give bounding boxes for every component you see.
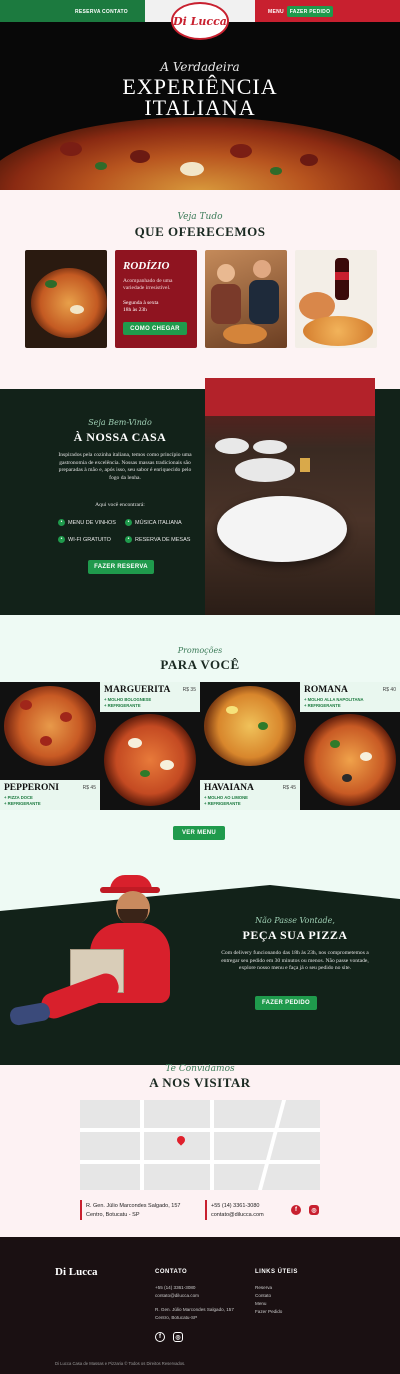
hero-title-line1: EXPERIÊNCIA xyxy=(122,74,278,99)
footer-links: Reserva Contato Menu Fazer Pedido xyxy=(255,1284,282,1316)
restaurant-photo xyxy=(205,378,375,615)
footer-phone[interactable]: +55 (14) 3361-3080 xyxy=(155,1284,234,1292)
feature-music: • MÚSICA ITALIANA xyxy=(125,519,182,526)
logo-text: Di Lucca xyxy=(173,14,227,28)
contact-block: +55 (14) 3361-3080 contato@dilucca.com xyxy=(211,1202,264,1220)
location-map[interactable] xyxy=(80,1100,320,1190)
welcome-title: À NOSSA CASA xyxy=(73,430,167,444)
promo-label-havaiana[interactable]: HAVAIANA R$ 45 + MOLHO AO LIMONE + REFRIG… xyxy=(200,780,300,810)
hero-title-line2: ITALIANA xyxy=(144,95,256,120)
promo-extras: + MOLHO AO LIMONE + REFRIGERANTE xyxy=(204,795,248,806)
nav-reserva-link[interactable]: RESERVA xyxy=(75,9,101,15)
promo-extras: + PIZZA DOCE + REFRIGERANTE xyxy=(4,795,41,806)
footer-link-reserva[interactable]: Reserva xyxy=(255,1284,282,1292)
view-menu-button[interactable]: VER MENU xyxy=(173,826,225,840)
map-pin-icon xyxy=(175,1134,187,1146)
rodizio-hours-time: 18h às 23h xyxy=(123,307,147,313)
footer-link-contato[interactable]: Contato xyxy=(255,1292,282,1300)
promo-label-pepperoni[interactable]: PEPPERONI R$ 45 + PIZZA DOCE + REFRIGERAN… xyxy=(0,780,100,810)
delivery-title: PEÇA SUA PIZZA xyxy=(242,928,348,942)
promo-name: ROMANA xyxy=(304,685,348,695)
rodizio-hours: Segunda à sexta 18h às 23h xyxy=(123,300,158,314)
hero-title: EXPERIÊNCIA ITALIANA xyxy=(0,74,400,120)
hero-script: A Verdadeira xyxy=(160,60,240,74)
address-block: R. Gen. Júlio Marcondes Salgado, 157 Cen… xyxy=(86,1202,180,1220)
promo-extras: + MOLHO ALLA NAPOLITANA + REFRIGERANTE xyxy=(304,697,364,708)
rodizio-title: RODÍZIO xyxy=(123,260,170,272)
address-line1: R. Gen. Júlio Marcondes Salgado, 157 xyxy=(86,1203,181,1209)
feature-tables: • RESERVA DE MESAS xyxy=(125,536,190,543)
table-icon: • xyxy=(125,536,132,543)
promo-name: MARGUERITA xyxy=(104,685,171,695)
footer-facebook-icon[interactable]: f xyxy=(155,1332,165,1342)
features-intro: Aqui você encontrará: xyxy=(95,502,145,508)
wifi-icon: • xyxy=(58,536,65,543)
contact-bar xyxy=(205,1200,207,1220)
footer-link-pedido[interactable]: Fazer Pedido xyxy=(255,1308,282,1316)
promo-price: R$ 35 xyxy=(182,687,196,693)
reserve-button[interactable]: FAZER RESERVA xyxy=(88,560,154,574)
nav-contato-link[interactable]: CONTATO xyxy=(102,9,128,15)
offer-card-rodizio: RODÍZIO Acompanhado de uma variedade irr… xyxy=(115,250,197,348)
pizza-image-margherita xyxy=(104,714,196,806)
instagram-icon[interactable]: ◎ xyxy=(309,1205,319,1215)
footer-link-menu[interactable]: Menu xyxy=(255,1300,282,1308)
footer-contact: +55 (14) 3361-3080 contato@dilucca.com R… xyxy=(155,1284,234,1322)
promo-name: PEPPERONI xyxy=(4,783,59,793)
offer-card-people xyxy=(205,250,287,348)
welcome-text: Inspirados pela cozinha italiana, temos … xyxy=(58,452,192,481)
footer-address-line1: R. Gen. Júlio Marcondes Salgado, 157 xyxy=(155,1307,234,1312)
contact-phone[interactable]: +55 (14) 3361-3080 xyxy=(211,1202,264,1211)
promo-title: PARA VOCÊ xyxy=(160,657,240,672)
pizza-image-pepperoni xyxy=(4,686,96,766)
offer-card-soda xyxy=(295,250,377,348)
delivery-script: Não Passe Vontade, xyxy=(255,916,335,925)
music-icon: • xyxy=(125,519,132,526)
footer-contact-heading: CONTATO xyxy=(155,1269,188,1275)
rodizio-hours-days: Segunda à sexta xyxy=(123,300,159,306)
footer-instagram-icon[interactable]: ◎ xyxy=(173,1332,183,1342)
footer-copyright: Di Lucca Casa de Massas e Pizzaria © Tod… xyxy=(55,1361,186,1366)
promo-script: Promoções xyxy=(177,646,223,655)
delivery-text: Com delivery funcionando das 18h às 23h,… xyxy=(221,950,369,972)
promo-name: HAVAIANA xyxy=(204,783,254,793)
address-bar xyxy=(80,1200,82,1220)
facebook-icon[interactable]: f xyxy=(291,1205,301,1215)
brand-logo[interactable]: Di Lucca xyxy=(171,2,229,40)
nav-menu-link[interactable]: MENU xyxy=(268,9,284,15)
offer-script: Veja Tudo xyxy=(177,212,223,222)
offer-title: QUE OFERECEMOS xyxy=(134,224,266,239)
promo-price: R$ 45 xyxy=(82,785,96,791)
offer-card-pizza xyxy=(25,250,107,348)
rodizio-desc: Acompanhado de uma variedade irresistíve… xyxy=(123,278,173,291)
footer-brand: Di Lucca xyxy=(55,1266,98,1278)
promo-label-margherita[interactable]: MARGUERITA R$ 35 + MOLHO BOLOGNESE + REFR… xyxy=(100,682,200,712)
feature-wine: • MENU DE VINHOS xyxy=(58,519,116,526)
footer-email[interactable]: contato@dilucca.com xyxy=(155,1292,234,1300)
feature-wifi: • WI-FI GRATUITO xyxy=(58,536,111,543)
pizza-image-romana xyxy=(304,714,396,806)
address-line2: Centro, Botucatu - SP xyxy=(86,1212,140,1218)
como-chegar-button[interactable]: COMO CHEGAR xyxy=(123,322,187,335)
footer-address-line2: Centro, Botucatu-SP xyxy=(155,1315,198,1320)
welcome-script: Seja Bem-Vindo xyxy=(88,418,152,427)
visit-script: Te Convidamos xyxy=(165,1064,235,1074)
promo-label-romana[interactable]: ROMANA R$ 40 + MOLHO ALLA NAPOLITANA + RE… xyxy=(300,682,400,712)
footer-links-heading: LINKS ÚTEIS xyxy=(255,1269,298,1275)
promo-price: R$ 45 xyxy=(282,785,296,791)
visit-title: A NOS VISITAR xyxy=(149,1075,251,1090)
contact-email[interactable]: contato@dilucca.com xyxy=(211,1211,264,1220)
pizza-image-havaiana xyxy=(204,686,296,766)
wine-icon: • xyxy=(58,519,65,526)
promo-price: R$ 40 xyxy=(382,687,396,693)
promo-extras: + MOLHO BOLOGNESE + REFRIGERANTE xyxy=(104,697,152,708)
delivery-order-button[interactable]: FAZER PEDIDO xyxy=(255,996,317,1010)
nav-order-button[interactable]: FAZER PEDIDO xyxy=(287,6,333,17)
